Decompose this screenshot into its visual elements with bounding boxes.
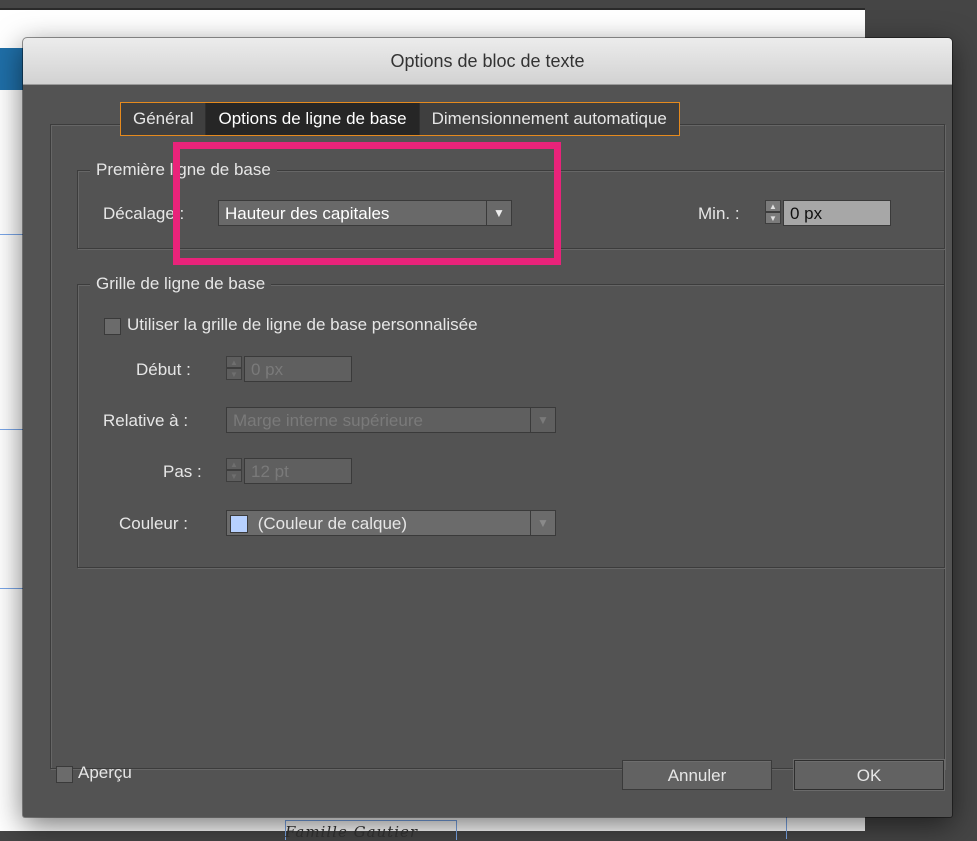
text-frame-options-dialog: Options de bloc de texte Général Options…: [23, 38, 952, 817]
color-select[interactable]: (Couleur de calque) ▼: [226, 510, 556, 536]
step-field[interactable]: 12 pt: [244, 458, 352, 484]
document-top-edge: [0, 8, 865, 10]
custom-grid-checkbox[interactable]: [104, 318, 121, 335]
baseline-grid-legend: Grille de ligne de base: [90, 273, 272, 295]
color-swatch: [230, 515, 248, 533]
custom-grid-label[interactable]: Utiliser la grille de ligne de base pers…: [127, 313, 478, 337]
first-baseline-legend: Première ligne de base: [90, 159, 277, 181]
stepper-up-icon[interactable]: ▲: [226, 458, 242, 470]
min-field[interactable]: 0 px: [783, 200, 891, 226]
stepper-down-icon[interactable]: ▼: [226, 470, 242, 482]
document-blue-bar: [0, 48, 24, 90]
step-label: Pas :: [163, 462, 202, 481]
preview-label[interactable]: Aperçu: [78, 761, 132, 785]
stepper-down-icon[interactable]: ▼: [765, 212, 781, 224]
color-label: Couleur :: [119, 514, 188, 533]
tab-baseline-options[interactable]: Options de ligne de base: [206, 103, 420, 135]
tab-bar: Général Options de ligne de base Dimensi…: [120, 102, 680, 136]
preview-checkbox[interactable]: [56, 766, 73, 783]
offset-select[interactable]: Hauteur des capitales ▼: [218, 200, 512, 226]
relative-to-value: Marge interne supérieure: [233, 411, 423, 430]
min-label: Min. :: [698, 204, 740, 223]
stepper-up-icon[interactable]: ▲: [765, 200, 781, 212]
color-value: (Couleur de calque): [257, 514, 408, 533]
chevron-down-icon: ▼: [486, 201, 511, 225]
tab-auto-size[interactable]: Dimensionnement automatique: [419, 103, 679, 135]
offset-select-value: Hauteur des capitales: [225, 204, 390, 223]
cancel-button[interactable]: Annuler: [622, 760, 772, 790]
stepper-up-icon[interactable]: ▲: [226, 356, 242, 368]
step-stepper[interactable]: ▲ ▼: [226, 458, 242, 484]
relative-to-label: Relative à :: [103, 411, 189, 430]
start-stepper[interactable]: ▲ ▼: [226, 356, 242, 382]
guide-line: [0, 588, 24, 589]
relative-to-select[interactable]: Marge interne supérieure ▼: [226, 407, 556, 433]
chevron-down-icon: ▼: [530, 511, 555, 535]
tab-general[interactable]: Général: [121, 103, 207, 135]
guide-line: [0, 234, 24, 235]
start-field[interactable]: 0 px: [244, 356, 352, 382]
guide-line: [0, 429, 24, 430]
offset-label: Décalage :: [103, 204, 185, 223]
ok-button[interactable]: OK: [794, 760, 944, 790]
min-stepper[interactable]: ▲ ▼: [765, 200, 781, 226]
stepper-down-icon[interactable]: ▼: [226, 368, 242, 380]
start-label: Début :: [136, 360, 191, 379]
chevron-down-icon: ▼: [530, 408, 555, 432]
dialog-title[interactable]: Options de bloc de texte: [23, 38, 952, 85]
document-script-text: Famille Gautier: [285, 823, 419, 841]
